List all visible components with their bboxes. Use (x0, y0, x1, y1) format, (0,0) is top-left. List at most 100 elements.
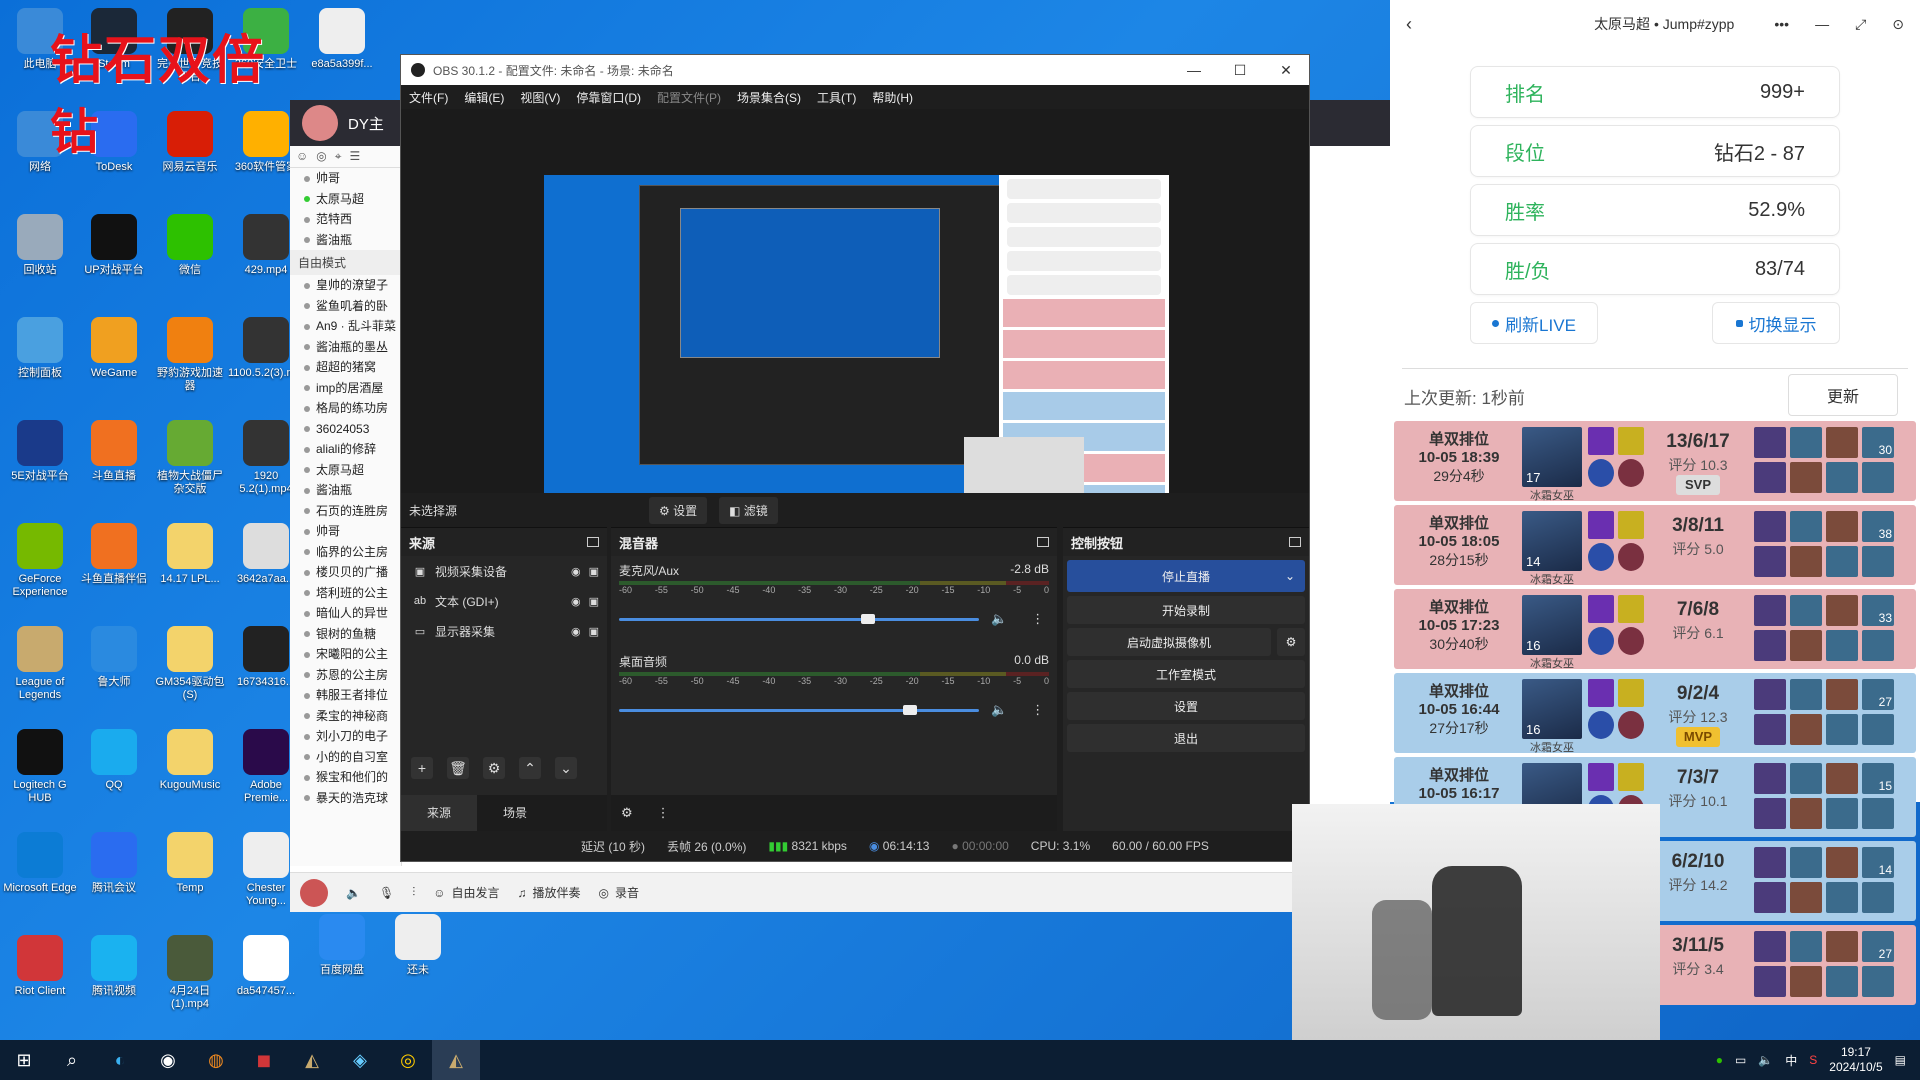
close-button[interactable]: ✕ (1263, 62, 1309, 79)
desktop-icon[interactable]: KugouMusic (152, 725, 228, 825)
room-list-item[interactable]: 刘小刀的电子 (290, 726, 401, 747)
desktop-icon[interactable]: e8a5a399f... (304, 4, 380, 104)
desktop-icon[interactable]: 回收站 (2, 210, 78, 310)
favorite-room[interactable]: 范特西 (290, 209, 401, 230)
source-item[interactable]: ab 文本 (GDI+) ◉ ▣ (401, 586, 607, 616)
eye-icon[interactable]: ◉ (571, 625, 581, 638)
room-list-item[interactable]: 暴天的浩克球 (290, 788, 401, 809)
start-virtual-camera-button[interactable]: 启动虚拟摄像机 (1067, 628, 1271, 656)
menu-item[interactable]: 停靠窗口(D) (576, 89, 641, 106)
source-item[interactable]: ▣ 视频采集设备 ◉ ▣ (401, 556, 607, 586)
network-icon[interactable]: ▭ (1735, 1053, 1746, 1067)
desktop-icon[interactable]: 腾讯视频 (76, 931, 152, 1031)
room-list-item[interactable]: 太原马超 (290, 460, 401, 481)
free-speech-button[interactable]: ☺ 自由发言 (433, 884, 499, 901)
desktop-icon[interactable]: 还未 (380, 910, 456, 1010)
windows-start-icon[interactable]: ⊞ (0, 1040, 48, 1080)
toggle-display-button[interactable]: 切换显示 (1712, 302, 1840, 344)
speaker-icon[interactable]: 🔈 (346, 886, 361, 900)
room-list-item[interactable]: 塔利班的公主 (290, 583, 401, 604)
record-button[interactable]: ◎ 录音 (599, 884, 640, 901)
notification-icon[interactable]: ▤ (1895, 1053, 1906, 1067)
desktop-icon[interactable]: 百度网盘 (304, 910, 380, 1010)
desktop-icon[interactable]: 植物大战僵尸杂交版 (152, 416, 228, 516)
desktop-icon[interactable]: 斗鱼直播伴侣 (76, 519, 152, 619)
mixer-advanced-icon[interactable]: ⚙ (621, 805, 633, 821)
undock-icon[interactable] (1037, 537, 1049, 547)
tab-scenes[interactable]: 场景 (477, 795, 553, 831)
menu-item[interactable]: 视图(V) (520, 89, 560, 106)
add-source-button[interactable]: + (411, 757, 433, 779)
desktop-icon[interactable]: 斗鱼直播 (76, 416, 152, 516)
lock-icon[interactable]: ▣ (589, 565, 599, 578)
lock-icon[interactable]: ▣ (589, 625, 599, 638)
desktop-icon[interactable]: Logitech G HUB (2, 725, 78, 825)
slider-knob[interactable] (902, 704, 917, 715)
desktop-icon[interactable]: 野豹游戏加速器 (152, 313, 228, 413)
location-icon[interactable]: ⌖ (335, 149, 342, 164)
desktop-icon[interactable]: 腾讯会议 (76, 828, 152, 928)
room-list-item[interactable]: 楼贝贝的广播 (290, 562, 401, 583)
menu-item[interactable]: 配置文件(P) (657, 89, 721, 106)
room-list-item[interactable]: 小的的自习室 (290, 747, 401, 768)
ime-indicator[interactable]: 中 (1785, 1052, 1797, 1069)
room-list-item[interactable]: 临界的公主房 (290, 542, 401, 563)
volume-slider[interactable] (619, 704, 979, 715)
remove-source-button[interactable]: 🗑 (447, 757, 469, 779)
exit-button[interactable]: 退出 (1067, 724, 1305, 752)
app-tray-icon[interactable]: S (1809, 1053, 1817, 1067)
room-list-item[interactable]: 石页的连胜房 (290, 501, 401, 522)
room-list-item[interactable]: 鲨鱼叽着的卧 (290, 296, 401, 317)
maximize-button[interactable]: ☐ (1217, 62, 1263, 79)
undock-icon[interactable] (587, 537, 599, 547)
restore-icon[interactable]: ⤢ (1855, 16, 1866, 33)
desktop-icon[interactable]: 14.17 LPL... (152, 519, 228, 619)
desktop-icon[interactable]: GeForce Experience (2, 519, 78, 619)
move-down-button[interactable]: ⌄ (555, 757, 577, 779)
undock-icon[interactable] (1289, 537, 1301, 547)
avatar[interactable] (302, 105, 338, 141)
stop-streaming-button[interactable]: 停止直播 ⌄ (1067, 560, 1305, 592)
back-icon[interactable]: ‹ (1406, 14, 1412, 35)
source-settings-button[interactable]: ⚙ 设置 (649, 496, 708, 524)
start-recording-button[interactable]: 开始录制 (1067, 596, 1305, 624)
speaker-icon[interactable]: 🔈 (991, 702, 1007, 718)
room-list-item[interactable]: 帅哥 (290, 521, 401, 542)
app-icon[interactable]: ◈ (336, 1040, 384, 1080)
desktop-icon[interactable]: 控制面板 (2, 313, 78, 413)
more-icon[interactable]: ••• (1774, 16, 1789, 33)
desktop-icon[interactable]: Temp (152, 828, 228, 928)
chat-icon[interactable]: ◎ (316, 149, 326, 164)
room-list-item[interactable]: 柔宝的神秘商 (290, 706, 401, 727)
desktop-icon[interactable]: Microsoft Edge (2, 828, 78, 928)
target-icon[interactable]: ⊙ (1892, 16, 1904, 33)
desktop-icon[interactable]: WeGame (76, 313, 152, 413)
room-list-item[interactable]: 猴宝和他们的 (290, 767, 401, 788)
desktop-icon[interactable]: League of Legends (2, 622, 78, 722)
equalizer-icon[interactable]: ⫶ (412, 885, 415, 900)
volume-slider[interactable] (619, 613, 979, 624)
preview-canvas[interactable] (544, 175, 1169, 527)
desktop-icon[interactable]: UP对战平台 (76, 210, 152, 310)
menu-item[interactable]: 帮助(H) (872, 89, 913, 106)
douyu-icon[interactable]: ◍ (192, 1040, 240, 1080)
tab-sources[interactable]: 来源 (401, 795, 478, 831)
room-list-item[interactable]: 皇帅的潦望子 (290, 275, 401, 296)
league-client-icon[interactable]: ◭ (432, 1040, 480, 1080)
play-music-button[interactable]: ♫ 播放伴奏 (517, 884, 580, 901)
desktop-icon[interactable]: QQ (76, 725, 152, 825)
more-icon[interactable]: ⋮ (1031, 611, 1044, 627)
desktop-icon[interactable]: da547457... (228, 931, 304, 1031)
match-row[interactable]: 单双排位 10-05 17:23 30分40秒 16 冰霜女巫 7/6/8 评分 6.1 33 (1394, 589, 1916, 670)
eye-icon[interactable]: ◉ (571, 565, 581, 578)
volume-icon[interactable]: 🔈 (1758, 1053, 1773, 1067)
league-icon[interactable]: ◭ (288, 1040, 336, 1080)
room-list-item[interactable]: 暗仙人的异世 (290, 603, 401, 624)
source-item[interactable]: ▭ 显示器采集 ◉ ▣ (401, 616, 607, 646)
minimize-button[interactable]: — (1815, 16, 1829, 33)
desktop-icon[interactable]: 微信 (152, 210, 228, 310)
virtual-camera-gear-icon[interactable]: ⚙ (1277, 628, 1305, 656)
room-list-item[interactable]: 36024053 (290, 419, 401, 440)
desktop-icon[interactable]: 网易云音乐 (152, 107, 228, 207)
eye-icon[interactable]: ◉ (571, 595, 581, 608)
